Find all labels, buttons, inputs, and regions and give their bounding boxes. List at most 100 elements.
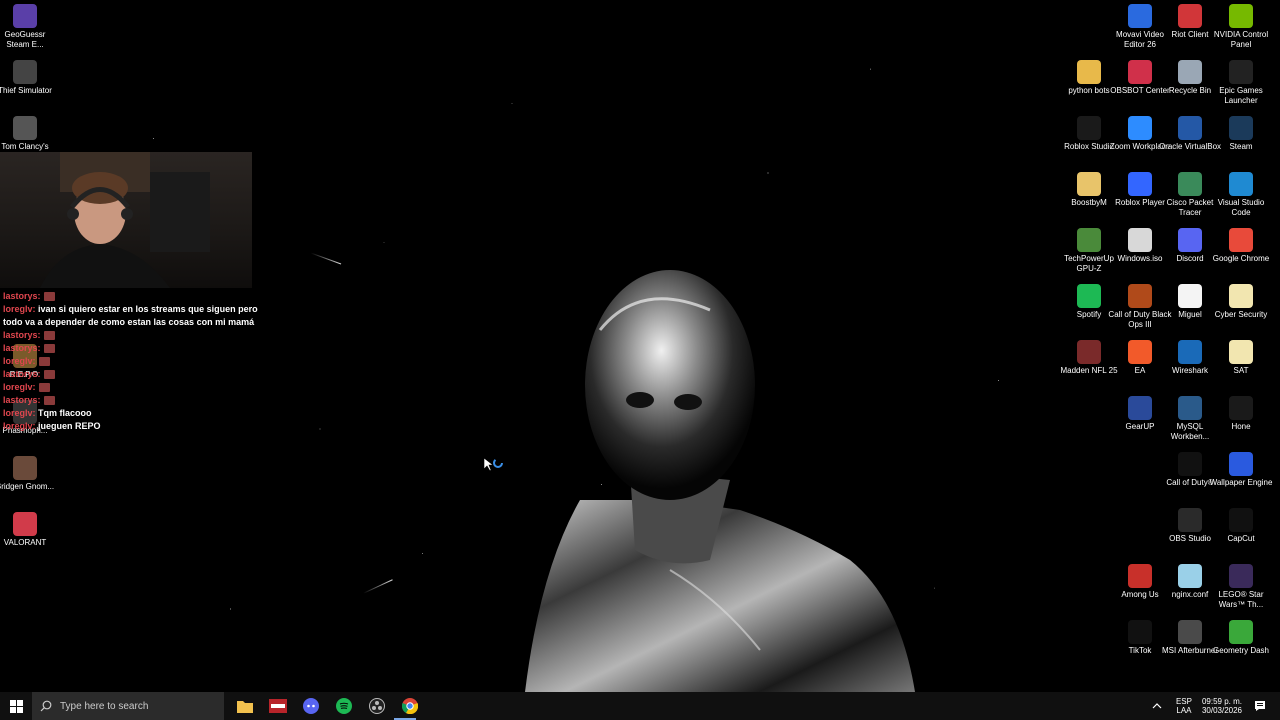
desktop-icon[interactable]: Steam (1213, 112, 1269, 168)
chat-username: lastorys: (3, 395, 41, 405)
chrome-figure-wallpaper (525, 270, 915, 692)
desktop-icon[interactable]: Oracle VirtualBox (1159, 112, 1221, 168)
desktop-icon[interactable]: Discord (1162, 224, 1218, 280)
desktop-icon[interactable]: Hone (1213, 392, 1269, 448)
desktop-icon[interactable]: TikTok (1112, 616, 1168, 672)
taskbar: Type here to search ESP LAA 09:59 p. m. … (0, 692, 1280, 720)
voicemeeter-icon (268, 699, 287, 713)
desktop-icon[interactable]: Wallpaper Engine (1210, 448, 1272, 504)
obs-icon (368, 698, 385, 714)
tiktok-icon (1128, 620, 1152, 644)
chat-message: loreglv: jueguen REPO (0, 420, 270, 433)
chat-emote-icon (38, 357, 50, 367)
taskbar-voicemeeter[interactable] (261, 692, 294, 720)
riot-client-icon (1178, 4, 1202, 28)
desktop-icon[interactable]: CapCut (1213, 504, 1269, 560)
desktop-icon[interactable]: Cyber Security (1213, 280, 1269, 336)
desktop-icon-label: NVIDIA Control Panel (1213, 30, 1269, 49)
among-us-icon (1128, 564, 1152, 588)
chevron-up-icon[interactable] (1152, 701, 1162, 711)
chat-text: Tqm flacooo (35, 408, 92, 418)
desktop-icon[interactable]: Movavi Video Editor 26 (1112, 0, 1168, 56)
nvidia-icon (1229, 4, 1253, 28)
geoguessr-icon (13, 4, 37, 28)
chat-message: loreglv: (0, 355, 270, 368)
file-icon (1229, 284, 1253, 308)
desktop-icon[interactable]: MySQL Workben... (1162, 392, 1218, 448)
taskbar-spotify[interactable] (327, 692, 360, 720)
desktop-icon-label: CapCut (1227, 534, 1255, 543)
desktop-icon[interactable]: Miguel (1162, 280, 1218, 336)
chrome-icon (1229, 228, 1253, 252)
chat-emote-icon (43, 396, 55, 406)
recycle-bin-icon (1178, 60, 1202, 84)
desktop-icon[interactable]: Bridgen Gnom... (0, 452, 54, 508)
chat-emote-icon (43, 292, 55, 302)
clock[interactable]: 09:59 p. m. 30/03/2026 (1202, 697, 1242, 715)
chat-username: lastorys: (3, 369, 41, 379)
taskbar-file-explorer[interactable] (228, 692, 261, 720)
taskbar-search-box[interactable]: Type here to search (32, 692, 224, 720)
start-button[interactable] (0, 692, 32, 720)
chat-message: loreglv: Tqm flacooo (0, 407, 270, 420)
geometry-dash-icon (1229, 620, 1253, 644)
chrome-icon (401, 698, 418, 714)
windows-logo-icon (9, 699, 23, 713)
desktop-icon[interactable]: python bots (1061, 56, 1117, 112)
desktop-icon[interactable]: OBSBOT Center (1110, 56, 1170, 112)
chat-username: loreglv: (3, 421, 36, 431)
desktop-icon-label: GeoGuessr Steam E... (4, 30, 46, 49)
desktop-icon-label: Hone (1231, 422, 1251, 431)
cisco-icon (1178, 172, 1202, 196)
spotify-icon (335, 698, 352, 714)
taskbar-obs[interactable] (360, 692, 393, 720)
desktop-icon[interactable]: Roblox Studio (1061, 112, 1117, 168)
chat-emote-icon (43, 331, 55, 341)
desktop-icon[interactable]: Geometry Dash (1213, 616, 1269, 672)
madden-icon (1077, 340, 1101, 364)
desktop-icon-label: Bridgen Gnom... (0, 482, 55, 491)
chat-text: jueguen REPO (35, 421, 101, 431)
desktop-icon[interactable]: VALORANT (0, 508, 53, 564)
desktop-icon[interactable]: Call of Duty® (1162, 448, 1218, 504)
zoom-icon (1128, 116, 1152, 140)
desktop-icon[interactable]: Zoom Workplace (1110, 112, 1170, 168)
obsbot-icon (1128, 60, 1152, 84)
disc-file-icon (1128, 228, 1152, 252)
conf-file-icon (1178, 564, 1202, 588)
desktop-icon[interactable]: LEGO® Star Wars™ Th... (1213, 560, 1269, 616)
chat-emote-icon (43, 344, 55, 354)
desktop-icon[interactable]: Thief Simulator (0, 56, 53, 112)
chat-message: lastorys: (0, 342, 270, 355)
language-indicator[interactable]: ESP LAA (1176, 697, 1192, 715)
desktop-icon[interactable]: BoostbyM (1061, 168, 1117, 224)
desktop-icon[interactable]: Madden NFL 25 (1060, 336, 1118, 392)
msi-afterburner-icon (1178, 620, 1202, 644)
desktop-icon-label: Google Chrome (1212, 254, 1270, 263)
desktop-icon[interactable]: SAT (1213, 336, 1269, 392)
desktop-icon[interactable]: Google Chrome (1213, 224, 1269, 280)
notification-center-icon[interactable] (1254, 700, 1266, 712)
taskbar-discord[interactable] (294, 692, 327, 720)
desktop-icon[interactable]: Epic Games Launcher (1213, 56, 1269, 112)
bridge-game-icon (13, 456, 37, 480)
gpuz-icon (1077, 228, 1101, 252)
desktop-icon[interactable]: Wireshark (1162, 336, 1218, 392)
ea-icon (1128, 340, 1152, 364)
steam-icon (1229, 116, 1253, 140)
desktop-icon[interactable]: NVIDIA Control Panel (1213, 0, 1269, 56)
desktop-icon[interactable]: Visual Studio Code (1213, 168, 1269, 224)
desktop-icon[interactable]: Among Us (1112, 560, 1168, 616)
desktop-icon[interactable]: Call of Duty Black Ops III (1108, 280, 1172, 336)
desktop-icon-label: Visual Studio Code (1217, 198, 1265, 217)
taskbar-chrome[interactable] (393, 692, 426, 720)
chat-message: lastorys: (0, 394, 270, 407)
desktop-icon[interactable]: OBS Studio (1162, 504, 1218, 560)
desktop-icon[interactable]: MSI Afterburner (1162, 616, 1218, 672)
desktop-icon[interactable]: GeoGuessr Steam E... (0, 0, 53, 56)
desktop-icon[interactable]: EA (1112, 336, 1168, 392)
desktop-icon[interactable]: TechPowerUp GPU-Z (1061, 224, 1117, 280)
desktop-icon-label: Cyber Security (1214, 310, 1268, 319)
desktop-icon-label: Thief Simulator (0, 86, 52, 95)
desktop-icon[interactable]: Windows.iso (1112, 224, 1168, 280)
